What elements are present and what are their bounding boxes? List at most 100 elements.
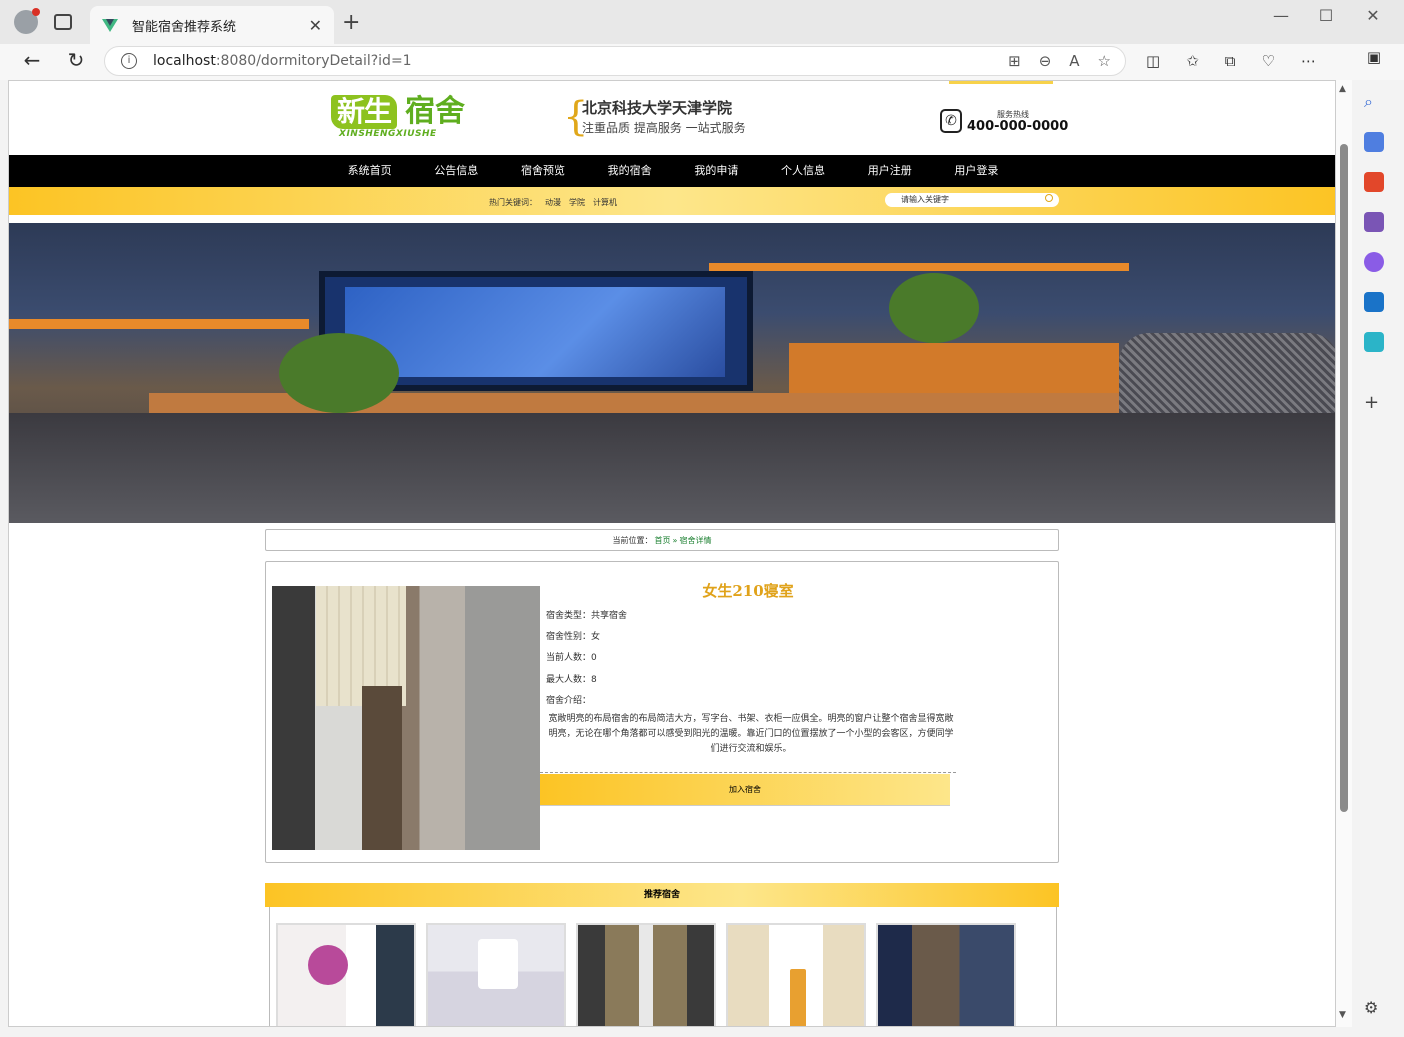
split-screen-icon[interactable]: ◫: [1146, 52, 1160, 70]
search-bar-strip: 热门关键词： 动漫 学院 计算机 请输入关键字: [9, 187, 1335, 215]
dormitory-photo: [272, 586, 540, 850]
tab-actions-icon[interactable]: [54, 14, 72, 30]
hot-keyword[interactable]: 计算机: [593, 197, 617, 208]
nav-item-login[interactable]: 用户登录: [933, 155, 1020, 187]
banner-plant: [889, 273, 979, 343]
banner-image: [9, 223, 1335, 523]
dormitory-max: 最大人数：8: [546, 672, 597, 685]
banner-shelf: [9, 319, 309, 329]
logo-side-text: 宿舍: [405, 94, 465, 129]
favorite-star-icon[interactable]: ☆: [1098, 52, 1111, 70]
max-value: 8: [591, 675, 597, 685]
search-input[interactable]: 请输入关键字: [885, 193, 1059, 207]
scrollbar-thumb[interactable]: [1340, 144, 1348, 812]
toolbar: ← ↻ i localhost:8080/dormitoryDetail?id=…: [0, 44, 1404, 80]
refresh-icon[interactable]: ↻: [62, 48, 90, 72]
breadcrumb-sep: »: [672, 535, 678, 545]
main-nav: 系统首页 公告信息 宿舍预览 我的宿舍 我的申请 个人信息 用户注册 用户登录: [9, 155, 1335, 187]
hot-keyword[interactable]: 学院: [569, 197, 585, 208]
sidebar-toggle-icon[interactable]: ▣: [1360, 48, 1388, 66]
search-placeholder: 请输入关键字: [901, 195, 949, 204]
add-icon[interactable]: +: [1364, 392, 1384, 413]
settings-icon[interactable]: ⚙: [1364, 998, 1384, 1018]
profile-avatar[interactable]: [14, 8, 40, 34]
max-label: 最大人数：: [546, 675, 592, 685]
school-name: 北京科技大学天津学院: [582, 99, 733, 117]
favorites-icon[interactable]: ✩: [1186, 52, 1199, 70]
hot-keywords-label: 热门关键词：: [489, 198, 537, 207]
outlook-icon[interactable]: [1364, 292, 1384, 312]
site-info-icon[interactable]: i: [121, 53, 137, 69]
breadcrumb-home[interactable]: 首页: [655, 535, 671, 546]
nav-item-preview[interactable]: 宿舍预览: [500, 155, 587, 187]
dormitory-gender: 宿舍性别：女: [546, 629, 600, 642]
breadcrumb: 当前位置： 首页 » 宿舍详情: [265, 529, 1059, 551]
breadcrumb-current: 宿舍详情: [679, 535, 712, 545]
tag-icon[interactable]: [1364, 132, 1384, 152]
type-value: 共享宿舍: [591, 611, 628, 621]
nav-item-register[interactable]: 用户注册: [846, 155, 933, 187]
decor: [308, 945, 348, 985]
dormitory-type: 宿舍类型：共享宿舍: [546, 608, 627, 621]
games-icon[interactable]: [1364, 212, 1384, 232]
hot-keywords: 热门关键词： 动漫 学院 计算机: [489, 197, 617, 208]
active-tab[interactable]: 智能宿舍推荐系统 ✕: [90, 6, 334, 44]
recommend-item[interactable]: [576, 923, 716, 1026]
logo-subtext: XINSHENGXIUSHE: [339, 129, 437, 139]
recommend-list: [269, 907, 1057, 1026]
nav-item-profile[interactable]: 个人信息: [760, 155, 847, 187]
nav-item-home[interactable]: 系统首页: [326, 155, 413, 187]
site-logo[interactable]: 新生 宿舍 XINSHENGXIUSHE: [331, 95, 495, 139]
recommend-item[interactable]: [276, 923, 416, 1026]
url-text: localhost:8080/dormitoryDetail?id=1: [153, 53, 412, 69]
address-bar[interactable]: i localhost:8080/dormitoryDetail?id=1 ⊞ …: [104, 46, 1126, 76]
more-menu-icon[interactable]: ⋯: [1301, 52, 1316, 70]
vue-favicon-icon: [102, 18, 118, 32]
header-accent-line: [949, 81, 1053, 84]
hotline-number: 400-000-0000: [967, 119, 1069, 134]
copilot-icon[interactable]: [1364, 252, 1384, 272]
recommend-item[interactable]: [426, 923, 566, 1026]
collections-icon[interactable]: ⧉: [1225, 52, 1236, 70]
nav-item-my-apply[interactable]: 我的申请: [673, 155, 760, 187]
toolbox-icon[interactable]: [1364, 172, 1384, 192]
scroll-up-icon[interactable]: ▲: [1339, 84, 1346, 94]
dashed-divider: [540, 772, 956, 773]
banner-plant: [279, 333, 399, 413]
decor: [478, 939, 518, 989]
web-page: 新生 宿舍 XINSHENGXIUSHE { 北京科技大学天津学院 注重品质 提…: [8, 80, 1336, 1027]
search-icon[interactable]: ⌕: [1364, 92, 1384, 112]
logo-main-text: 新生: [331, 95, 398, 129]
gender-label: 宿舍性别：: [546, 632, 592, 642]
minimize-icon[interactable]: —: [1266, 6, 1296, 25]
scroll-down-icon[interactable]: ▼: [1339, 1010, 1346, 1020]
recommend-item[interactable]: [726, 923, 866, 1026]
close-window-icon[interactable]: ✕: [1358, 6, 1388, 25]
intro-text: 宽敞明亮的布局宿舍的布局简洁大方，写字台、书架、衣柜一应俱全。明亮的窗户让整个宿…: [548, 714, 954, 754]
url-host: localhost: [153, 53, 216, 69]
apps-icon[interactable]: ⊞: [1008, 52, 1021, 70]
hot-keyword[interactable]: 动漫: [545, 197, 561, 208]
gender-value: 女: [591, 632, 601, 642]
read-aloud-icon[interactable]: A: [1069, 52, 1079, 70]
current-value: 0: [591, 653, 597, 663]
join-dormitory-button[interactable]: 加入宿舍: [540, 774, 950, 806]
zoom-out-icon[interactable]: ⊖: [1039, 52, 1052, 70]
new-tab-icon[interactable]: +: [342, 10, 360, 35]
tab-close-icon[interactable]: ✕: [309, 16, 322, 35]
current-label: 当前人数：: [546, 653, 592, 663]
performance-icon[interactable]: ♡: [1261, 52, 1274, 70]
nav-item-notice[interactable]: 公告信息: [413, 155, 500, 187]
recommend-item[interactable]: [876, 923, 1016, 1026]
dormitory-name: 女生210寝室: [702, 582, 794, 600]
tab-strip: 智能宿舍推荐系统 ✕ + — ☐ ✕: [0, 0, 1404, 44]
edge-sidebar: ⌕ + ⚙: [1352, 80, 1404, 1037]
search-icon[interactable]: [1045, 194, 1053, 202]
recommend-header: 推荐宿舍: [265, 883, 1059, 907]
photo-shelf: [362, 686, 402, 850]
tab-title: 智能宿舍推荐系统: [132, 19, 237, 35]
nav-item-my-dorm[interactable]: 我的宿舍: [586, 155, 673, 187]
send-icon[interactable]: [1364, 332, 1384, 352]
maximize-icon[interactable]: ☐: [1311, 6, 1341, 25]
back-icon[interactable]: ←: [18, 48, 46, 72]
